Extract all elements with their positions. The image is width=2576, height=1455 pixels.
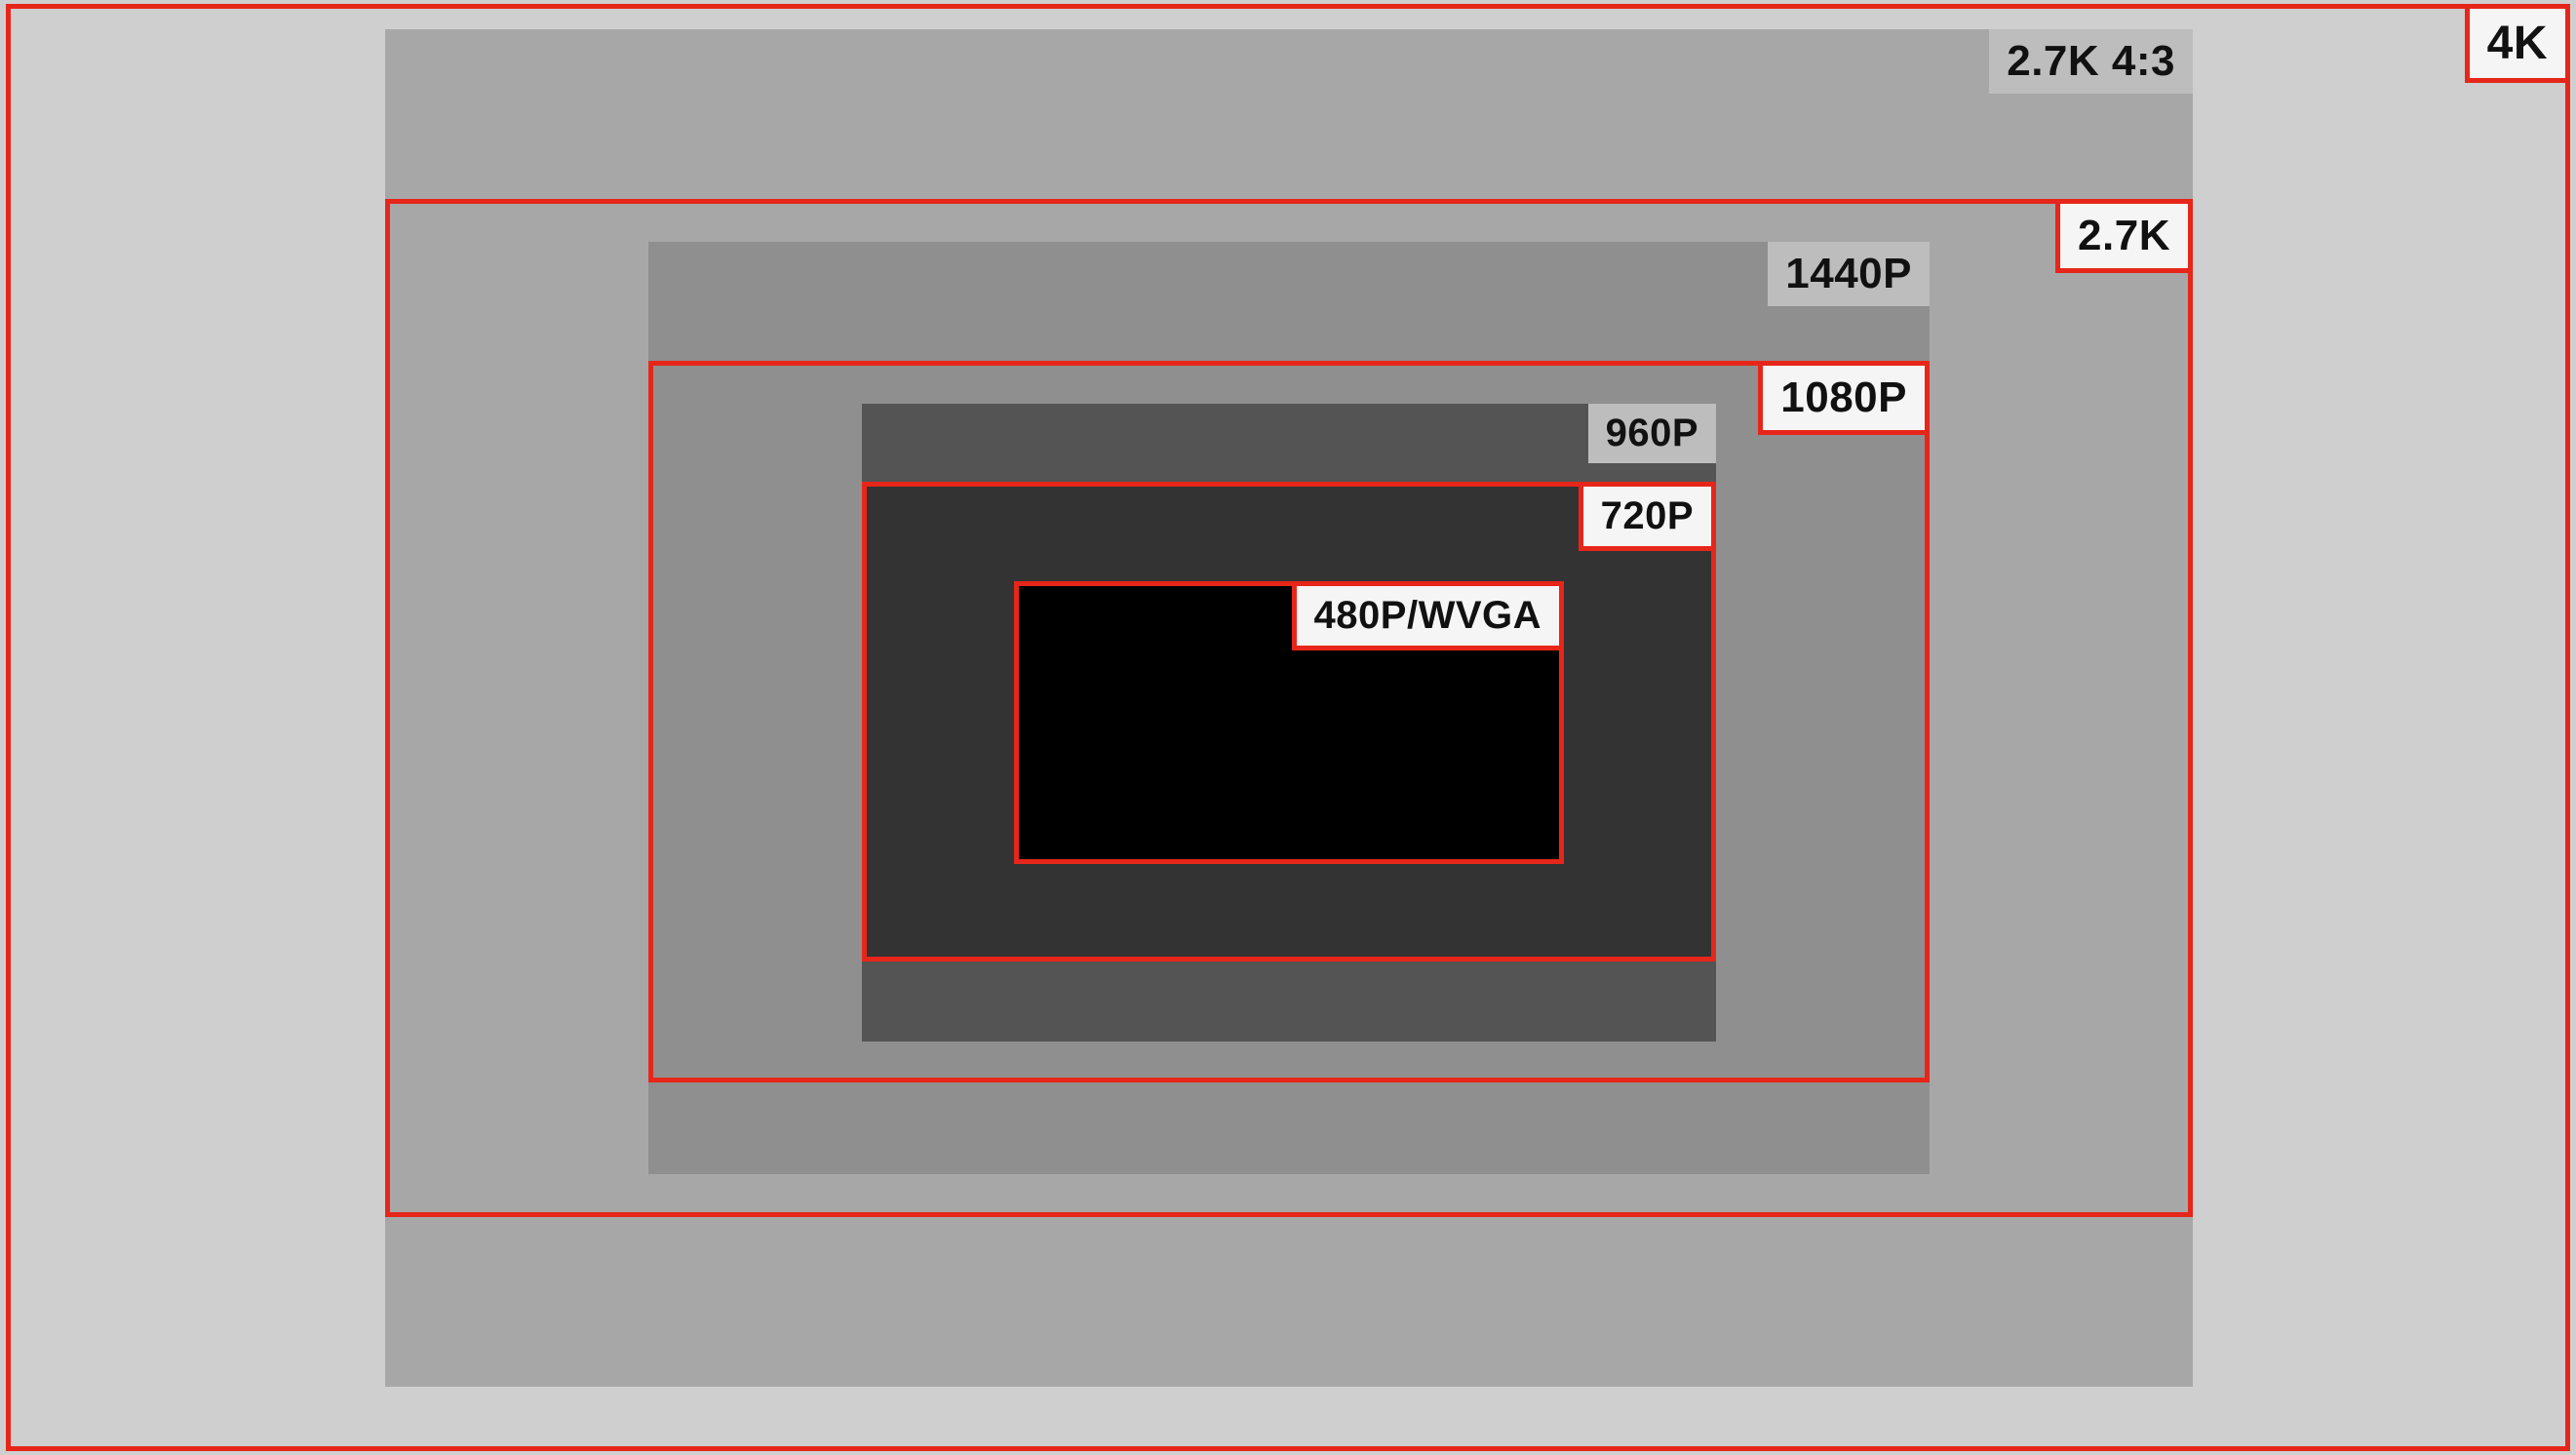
r-480p: 480P/WVGA [1014, 581, 1564, 864]
r-1080p-label: 1080P [1758, 366, 1925, 435]
r-480p-label: 480P/WVGA [1292, 586, 1559, 650]
r-1440p-label: 1440P [1768, 242, 1930, 306]
r-960p-label: 960P [1588, 404, 1716, 463]
r-2p7k-label: 2.7K [2055, 204, 2188, 273]
resolution-diagram: 4K 2.7K 4:3 2.7K 1440P 1080P 960P 720P 4… [0, 0, 2576, 1455]
res-4k-label: 4K [2465, 9, 2565, 83]
r-2p7k-4x3-label: 2.7K 4:3 [1989, 29, 2193, 94]
r-720p-label: 720P [1579, 487, 1711, 551]
